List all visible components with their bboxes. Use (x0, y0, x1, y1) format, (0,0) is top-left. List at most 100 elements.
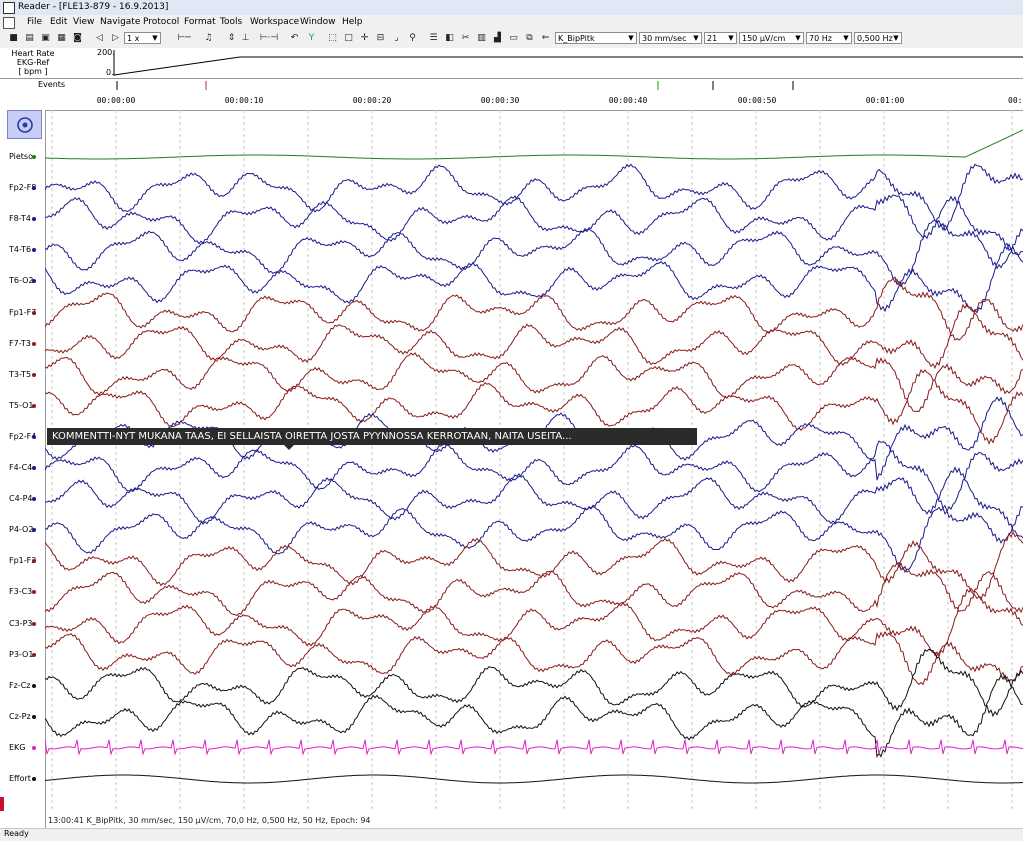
heart-rate-panel: Heart Rate EKG-Ref [ bpm ] 200. 0. (0, 48, 1023, 79)
channel-marker (32, 652, 36, 657)
montage-icon[interactable]: ◧ (444, 33, 455, 44)
recording-info: 13:00:41 K_BipPitk, 30 mm/sec, 150 µV/cm… (48, 816, 371, 825)
vertical-cursor-icon[interactable]: ⇕ (226, 33, 237, 44)
channel-label-pietso[interactable]: Pietso (9, 152, 33, 161)
menu-protocol[interactable]: Protocol (143, 17, 179, 27)
menu-workspace[interactable]: Workspace (250, 17, 299, 27)
stack-icon[interactable]: ☰ (428, 33, 439, 44)
channel-label-f8-t4[interactable]: F8-T4 (9, 214, 31, 223)
crosshair-icon[interactable]: ✛ (359, 33, 370, 44)
print-icon[interactable]: ▤ (24, 33, 35, 44)
chevron-down-icon: ▼ (628, 34, 634, 42)
channel-label-fz-cz[interactable]: Fz-Cz (9, 681, 30, 690)
video-icon[interactable]: ▭ (508, 33, 519, 44)
export-icon[interactable]: ⧉ (524, 33, 535, 44)
status-text: Ready (4, 829, 29, 838)
playback-speed-select[interactable]: 1 x ▼ (124, 32, 161, 44)
channel-marker (32, 310, 36, 315)
chevron-down-icon: ▼ (152, 34, 158, 42)
chevron-down-icon: ▼ (843, 34, 849, 42)
title-bar: Reader - [FLE13-879 - 16.9.2013] (0, 0, 1023, 16)
horizontal-measure-icon[interactable]: ⊢·⊣ (256, 33, 282, 44)
channel-label-cz-pz[interactable]: Cz-Pz (9, 712, 31, 721)
menu-edit[interactable]: Edit (50, 17, 67, 27)
select-region-icon[interactable]: ⬚ (327, 33, 338, 44)
calendar-icon[interactable]: ▦ (56, 33, 67, 44)
time-tick: 00:01:1 (1008, 96, 1023, 105)
document-icon-2[interactable]: ▥ (476, 33, 487, 44)
channel-marker (32, 155, 36, 159)
window-title: Reader - [FLE13-879 - 16.9.2013] (18, 2, 169, 12)
channel-label-c3-p3[interactable]: C3-P3 (9, 619, 32, 628)
time-tick: 00:00:40 (608, 96, 648, 105)
channel-marker (32, 466, 36, 470)
channel-label-t6-o2[interactable]: T6-O2 (9, 276, 33, 285)
menu-view[interactable]: View (73, 17, 94, 27)
record-icon[interactable]: ▣ (40, 33, 51, 44)
menu-help[interactable]: Help (342, 17, 363, 27)
trace-fp1-f7 (45, 277, 1023, 341)
channel-label-t5-o1[interactable]: T5-O1 (9, 401, 33, 410)
channel-label-t4-t6[interactable]: T4-T6 (9, 245, 31, 254)
scroll-indicator (0, 797, 4, 811)
baseline-icon[interactable]: ⊢─ (172, 33, 196, 44)
camera-icon[interactable]: ◙ (72, 33, 83, 44)
channel-marker (32, 745, 36, 750)
trace-f7-t3 (45, 302, 1023, 370)
tools-icon[interactable]: ✂ (460, 33, 471, 44)
high-filter-select[interactable]: 70 Hz ▼ (806, 32, 852, 44)
channel-label-p4-o2[interactable]: P4-O2 (9, 525, 33, 534)
channel-label-p3-o1[interactable]: P3-O1 (9, 650, 33, 659)
paper-speed-select[interactable]: 30 mm/sec ▼ (639, 32, 702, 44)
step-back-icon[interactable]: ◁ (94, 33, 105, 44)
trace-pietso (45, 129, 1023, 160)
trace-p4-o2 (45, 505, 1023, 574)
back-arrow-icon[interactable]: ⇐ (540, 33, 551, 44)
menu-navigate[interactable]: Navigate (100, 17, 140, 27)
corner-icon[interactable]: ⌟ (391, 33, 402, 44)
music-note-icon[interactable]: ♫ (203, 33, 214, 44)
zoom-icon[interactable]: ⚲ (407, 33, 418, 44)
bar-chart-icon[interactable]: ▟ (492, 33, 503, 44)
chevron-down-icon: ▼ (893, 34, 899, 42)
event-markers (116, 81, 794, 90)
time-axis: 00:00:00 00:00:10 00:00:20 00:00:30 00:0… (0, 92, 1023, 111)
menu-format[interactable]: Format (184, 17, 216, 27)
channel-label-ekg[interactable]: EKG (9, 743, 26, 752)
trace-p3-o1 (45, 631, 1023, 686)
channel-label-f3-c3[interactable]: F3-C3 (9, 587, 32, 596)
eeg-trace-area[interactable] (45, 110, 1023, 828)
menu-tools[interactable]: Tools (220, 17, 242, 27)
channel-label-t3-t5[interactable]: T3-T5 (9, 370, 31, 379)
low-filter-select[interactable]: 0,500 Hz ▼ (854, 32, 902, 44)
trace-effort (45, 774, 1023, 784)
rectangle-icon[interactable]: □ (343, 33, 354, 44)
menu-window[interactable]: Window (300, 17, 336, 27)
time-tick: 00:00:50 (737, 96, 777, 105)
sensitivity-select[interactable]: 150 µV/cm ▼ (739, 32, 804, 44)
filter-icon[interactable]: Y (306, 33, 317, 44)
step-forward-icon[interactable]: ▷ (110, 33, 121, 44)
status-bar: Ready (0, 828, 1023, 841)
channel-label-effort[interactable]: Effort (9, 774, 31, 783)
channel-label-c4-p4[interactable]: C4-P4 (9, 494, 32, 503)
chevron-down-icon: ▼ (693, 34, 699, 42)
save-icon[interactable]: ■ (8, 33, 19, 44)
channel-count-select[interactable]: 21 ▼ (704, 32, 737, 44)
menu-file[interactable]: File (27, 17, 42, 27)
time-tick: 00:00:00 (96, 96, 136, 105)
channel-label-f7-t3[interactable]: F7-T3 (9, 339, 31, 348)
annotation-comment[interactable]: KOMMENTTI-NYT MUKANA TAAS, EI SELLAISTA … (47, 428, 697, 445)
channel-marker (32, 621, 36, 626)
vertical-measure-icon[interactable]: ⊥ (240, 33, 251, 44)
montage-select[interactable]: K_BipPitk ▼ (555, 32, 637, 44)
undo-icon[interactable]: ↶ (289, 33, 300, 44)
channel-label-f4-c4[interactable]: F4-C4 (9, 463, 32, 472)
chevron-down-icon: ▼ (728, 34, 734, 42)
time-tick: 00:00:30 (480, 96, 520, 105)
ruler-icon[interactable]: ⊟ (375, 33, 386, 44)
channel-marker (32, 341, 36, 346)
app-icon (3, 2, 15, 14)
montage-navigator-button[interactable] (7, 110, 42, 139)
trace-c3-p3 (45, 587, 1023, 658)
